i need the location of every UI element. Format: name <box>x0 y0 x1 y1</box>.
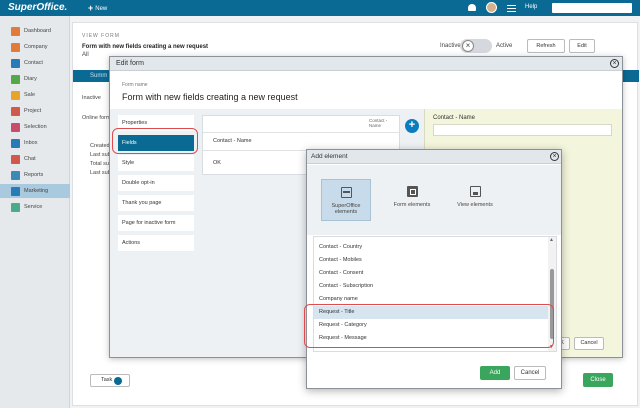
online-form-label: Online form <box>82 115 111 121</box>
menu-item-double-opt-in[interactable]: Double opt-in <box>118 175 194 191</box>
close-icon: × <box>462 40 474 52</box>
company-icon <box>11 43 20 52</box>
add-element-button[interactable]: + <box>405 119 419 133</box>
field-row[interactable]: Contact - Name <box>213 138 252 144</box>
add-element-dialog: Add element × SuperOffice elements Form … <box>306 149 562 389</box>
refresh-button[interactable]: Refresh <box>527 39 565 53</box>
edit-form-title: Edit form <box>116 60 145 67</box>
search-input[interactable] <box>552 3 632 13</box>
form-name-label: Form name <box>122 82 148 88</box>
close-button[interactable]: Close <box>583 373 613 387</box>
close-icon[interactable]: × <box>610 59 619 68</box>
list-item[interactable]: Contact - Mobiles <box>314 254 548 267</box>
sidebar-item-contact[interactable]: Contact <box>0 56 70 70</box>
list-item[interactable]: Contact - Consent <box>314 267 548 280</box>
field-row[interactable]: OK <box>213 160 221 166</box>
status-text: Inactive <box>82 95 101 101</box>
tab-view-elements[interactable]: View elements <box>450 179 500 221</box>
inactive-label: Inactive <box>440 43 461 49</box>
scroll-up-icon[interactable]: ▲ <box>549 237 554 243</box>
fields-highlight <box>112 128 198 154</box>
sidebar-item-chat[interactable]: Chat <box>0 152 70 166</box>
app-logo: SuperOffice. <box>8 2 68 13</box>
preview-field-input <box>433 124 612 136</box>
created-label: Created <box>90 143 110 149</box>
preview-field-label: Contact - Name <box>433 115 476 121</box>
plus-icon: + <box>88 3 94 13</box>
tab-superoffice-elements[interactable]: SuperOffice elements <box>321 179 371 221</box>
sidebar-item-marketing[interactable]: Marketing <box>0 184 70 198</box>
list-item[interactable]: Contact - Subscription <box>314 280 548 293</box>
page-title: Form with new fields creating a new requ… <box>82 44 209 50</box>
last-submission-label-2: Last sub <box>90 170 111 176</box>
user-avatar[interactable] <box>486 2 497 13</box>
cancel-button[interactable]: Cancel <box>574 337 604 350</box>
menu-item-style[interactable]: Style <box>118 155 194 171</box>
sidebar-item-dashboard[interactable]: Dashboard <box>0 24 70 38</box>
task-button[interactable]: Task <box>90 374 130 387</box>
chat-icon <box>11 155 20 164</box>
superoffice-elements-icon <box>340 187 352 198</box>
main-menu-icon[interactable] <box>507 3 517 13</box>
close-icon[interactable]: × <box>550 152 559 161</box>
sidebar-item-diary[interactable]: Diary <box>0 72 70 86</box>
record-type-label: VIEW FORM <box>82 33 120 39</box>
top-bar: SuperOffice. + New Help <box>0 0 640 16</box>
fields-counter: Contact - Name <box>369 118 388 128</box>
help-link[interactable]: Help <box>525 4 537 10</box>
sidebar-item-sale[interactable]: Sale <box>0 88 70 102</box>
last-submission-label: Last sub <box>90 152 111 158</box>
tab-summary[interactable]: Summ <box>90 73 107 79</box>
add-element-title: Add element <box>311 153 348 160</box>
form-name-value[interactable]: Form with new fields creating a new requ… <box>122 92 298 102</box>
sidebar-item-inbox[interactable]: Inbox <box>0 136 70 150</box>
new-button-label: New <box>95 6 108 12</box>
list-item[interactable]: Contact - Country <box>314 241 548 254</box>
edit-button[interactable]: Edit <box>569 39 595 53</box>
sidebar-item-company[interactable]: Company <box>0 40 70 54</box>
notifications-icon[interactable] <box>467 3 477 13</box>
request-fields-highlight <box>304 304 554 348</box>
marketing-icon <box>11 187 20 196</box>
selection-icon <box>11 123 20 132</box>
sidebar-item-reports[interactable]: Reports <box>0 168 70 182</box>
menu-item-inactive-page[interactable]: Page for inactive form <box>118 215 194 231</box>
view-elements-icon <box>469 186 481 197</box>
active-toggle[interactable]: × <box>460 39 492 53</box>
service-icon <box>11 203 20 212</box>
element-source-tabs: SuperOffice elements Form elements View … <box>307 165 561 235</box>
form-elements-icon <box>406 186 418 197</box>
diary-icon <box>11 75 20 84</box>
sidebar-item-project[interactable]: Project <box>0 104 70 118</box>
page-subtitle: All <box>82 52 89 58</box>
sidebar-item-service[interactable]: Service <box>0 200 70 214</box>
reports-icon <box>11 171 20 180</box>
project-icon <box>11 107 20 116</box>
cancel-button[interactable]: Cancel <box>514 366 546 380</box>
dashboard-icon <box>11 27 20 36</box>
add-button[interactable]: Add <box>480 366 510 380</box>
edit-form-header: Edit form × <box>110 57 622 71</box>
active-label: Active <box>496 43 513 49</box>
chevron-right-icon <box>114 377 122 385</box>
inbox-icon <box>11 139 20 148</box>
add-element-header: Add element × <box>307 150 561 164</box>
menu-item-thank-you-page[interactable]: Thank you page <box>118 195 194 211</box>
menu-item-actions[interactable]: Actions <box>118 235 194 251</box>
contact-icon <box>11 59 20 68</box>
sidebar-item-selection[interactable]: Selection <box>0 120 70 134</box>
new-button[interactable]: + New <box>88 3 107 13</box>
sidebar: Dashboard Company Contact Diary Sale Pro… <box>0 16 70 408</box>
tab-form-elements[interactable]: Form elements <box>387 179 437 221</box>
sale-icon <box>11 91 20 100</box>
